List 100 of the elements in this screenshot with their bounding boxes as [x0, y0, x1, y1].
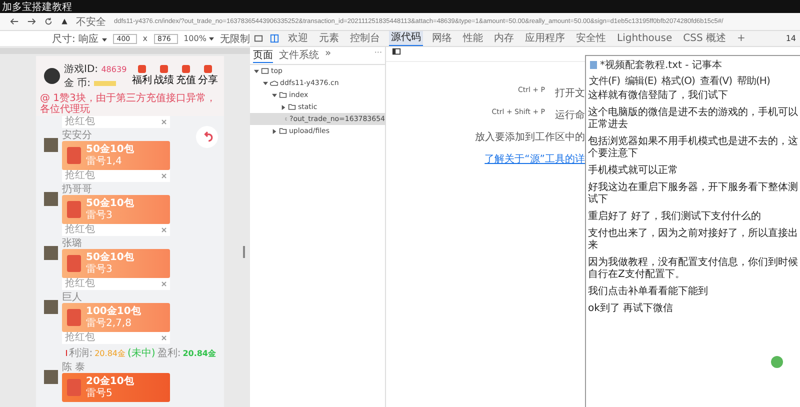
inspect-icon[interactable]: [270, 34, 279, 43]
shortcut-action: 打开文: [555, 86, 585, 100]
times-sign: x: [142, 34, 148, 43]
envelope-icon: [67, 147, 81, 164]
close-icon[interactable]: [161, 173, 167, 179]
avatar-placeholder: [44, 138, 58, 152]
game-action-button[interactable]: 战绩: [154, 65, 174, 87]
expand-arrow-icon[interactable]: [272, 128, 277, 134]
game-id: 48639: [101, 65, 127, 74]
zoom-dropdown[interactable]: 100%: [184, 34, 214, 43]
menu-item[interactable]: 编辑(E): [625, 74, 657, 88]
gain-label: 盈利:: [157, 346, 181, 360]
envelope-icon: [67, 255, 81, 272]
text-line: ok到了 再试下微信: [588, 303, 674, 315]
game-id-label: 游戏ID:: [64, 64, 98, 75]
throttle-dropdown[interactable]: 无限制: [220, 32, 250, 46]
envelope-icon: [67, 309, 81, 326]
navigator-tab[interactable]: 页面: [253, 48, 273, 63]
close-icon[interactable]: [161, 335, 167, 341]
packet-footer: 抢红包: [65, 116, 95, 128]
gain-value: 20.84金: [182, 348, 216, 358]
text-line: 重启好了 好了，我们测试下支付什么的: [588, 211, 762, 223]
profit-label: 利润:: [69, 346, 93, 360]
cursor-marker: [771, 356, 783, 368]
expand-arrow-icon[interactable]: [281, 104, 286, 110]
text-line: 我们点击补单看看能下能到: [588, 286, 709, 298]
avatar-placeholder: [44, 246, 58, 260]
devtools-tab[interactable]: CSS 概述: [681, 32, 728, 46]
shortcut-action: 运行命: [555, 108, 585, 122]
sender-name: 扔哥哥: [62, 184, 93, 195]
packet-footer: 抢红包: [65, 278, 95, 290]
menu-item[interactable]: 文件(F): [589, 74, 620, 88]
coin-bar: [94, 80, 116, 86]
close-icon[interactable]: [161, 227, 167, 233]
avatar-placeholder: [44, 300, 58, 314]
expand-arrow-icon[interactable]: [263, 80, 268, 86]
notepad-title: *视频配套教程.txt - 记事本: [600, 58, 722, 72]
sender-name: 张璐: [62, 238, 83, 249]
close-icon[interactable]: [161, 119, 167, 125]
game-action-button[interactable]: 福利: [132, 65, 152, 87]
packet-footer: 抢红包: [65, 332, 95, 344]
avatar-placeholder: [44, 192, 58, 206]
devtools-tab[interactable]: +: [734, 32, 748, 46]
devtools-tab[interactable]: 元素: [317, 32, 341, 46]
menu-item[interactable]: 帮助(H): [737, 74, 770, 88]
notice-text: @ 1赞3块，由于第三方充值接口异常，各位代理玩: [36, 92, 224, 116]
devtools-tab[interactable]: 源代码: [389, 31, 423, 46]
menu-item[interactable]: 格式(O): [662, 74, 695, 88]
game-action-button[interactable]: 分享: [198, 65, 218, 87]
text-line: 好我这边在重启下服务器，开下服务看下整体测试下: [588, 182, 798, 206]
back-button[interactable]: [196, 126, 218, 148]
coin-label: 金 币:: [64, 76, 91, 90]
envelope-icon: [67, 201, 81, 218]
sender-name: 陈 泰: [62, 362, 86, 373]
text-line: 这个电脑版的微信是进不去的游戏的，手机可以正常进去: [588, 107, 798, 131]
expand-arrow-icon[interactable]: [254, 68, 259, 74]
hint-text: 放入要添加到工作区中的: [475, 130, 585, 144]
notepad-icon: [590, 61, 597, 69]
warning-icon: [61, 18, 68, 25]
sidebar-toggle-icon[interactable]: [392, 47, 401, 56]
dimensions-dropdown[interactable]: 尺寸: 响应: [52, 32, 107, 46]
forward-icon[interactable]: [27, 17, 36, 26]
devtools-tab[interactable]: 内存: [492, 32, 516, 46]
text-line: 因为我做教程，没有配置支付信息，你们到时候自行在Z支付配置下。: [588, 257, 798, 281]
devtools-tab[interactable]: Lighthouse: [615, 32, 674, 46]
devtools-tab[interactable]: 网络: [430, 32, 454, 46]
text-line: 支付也出来了，因为之前对接好了，所以直接出来: [588, 228, 798, 252]
more-button[interactable]: ···: [374, 48, 382, 63]
device-icon[interactable]: [254, 34, 263, 43]
profit-value: 20.84金: [94, 348, 126, 358]
issues-badge[interactable]: 14: [786, 34, 796, 43]
sender-name: 安安分: [62, 130, 93, 141]
devtools-tab[interactable]: 控制台: [348, 32, 382, 46]
packet-footer: 抢红包: [65, 224, 95, 236]
devtools-tab[interactable]: 欢迎: [286, 32, 310, 46]
devtools-tab[interactable]: 应用程序: [523, 32, 567, 46]
status-text: (未中): [128, 346, 156, 360]
devtools-tab[interactable]: 安全性: [574, 32, 608, 46]
text-line: 手机模式就可以正常: [588, 165, 679, 177]
menu-item[interactable]: 查看(V): [700, 74, 732, 88]
text-line: 包括浏览器如果不用手机模式也是进不去的，这个要注意下: [588, 136, 798, 160]
undo-arrow-icon: [202, 130, 212, 142]
avatar-placeholder: [44, 68, 60, 84]
security-label: 不安全: [76, 16, 106, 28]
packet-footer: 抢红包: [65, 170, 95, 182]
navigator-tab[interactable]: »: [325, 48, 332, 63]
browser-tab-title[interactable]: 加多宝搭建教程: [0, 0, 72, 14]
game-action-button[interactable]: 充值: [176, 65, 196, 87]
devtools-tab[interactable]: 性能: [461, 32, 485, 46]
learn-more-link[interactable]: 了解关于“源”工具的详: [484, 152, 585, 166]
close-icon[interactable]: [161, 281, 167, 287]
sender-name: 巨人: [62, 292, 83, 303]
navigator-tab[interactable]: 文件系统: [279, 48, 319, 63]
text-line: 这样就有微信登陆了，我们试下: [588, 90, 729, 102]
expand-arrow-icon[interactable]: [272, 92, 277, 98]
caret-icon: [208, 37, 214, 41]
reload-icon[interactable]: [44, 17, 53, 26]
back-icon[interactable]: [10, 17, 19, 26]
envelope-icon: [67, 379, 81, 396]
scrollbar-handle[interactable]: [243, 246, 245, 258]
